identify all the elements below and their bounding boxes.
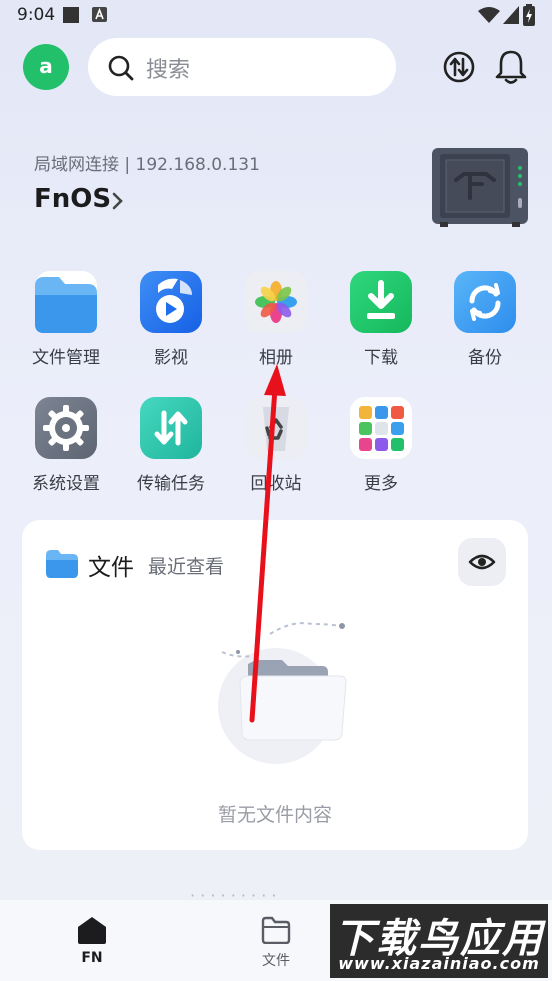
- nav-label: 文件: [262, 953, 290, 969]
- signal-icon: [503, 6, 519, 24]
- card-subtitle: 最近查看: [148, 556, 225, 578]
- nav-files[interactable]: 文件: [226, 914, 326, 974]
- watermark-logo: 下载鸟应用 www.xiazainiao.com: [330, 904, 548, 978]
- recycle-bin-icon: [245, 397, 307, 459]
- app-download[interactable]: 下载: [336, 271, 426, 381]
- app-label: 备份: [468, 348, 502, 368]
- media-square-icon: [63, 7, 79, 23]
- recent-files-card: 文件 最近查看 暂无文件内容: [22, 520, 528, 850]
- app-label: 回收站: [250, 474, 302, 494]
- download-icon: [350, 271, 412, 333]
- sync-arrows-icon: [443, 51, 475, 83]
- eye-icon: [468, 554, 496, 570]
- settings-icon: [35, 397, 97, 459]
- search-bar[interactable]: 搜索: [88, 38, 396, 96]
- photos-icon: [245, 271, 307, 333]
- app-system-settings[interactable]: 系统设置: [21, 397, 111, 507]
- chevron-right-icon: [112, 192, 123, 210]
- app-label: 影视: [154, 348, 188, 368]
- folder-icon: [35, 271, 97, 333]
- folder-outline-icon: [261, 916, 291, 944]
- transfer-icon: [140, 397, 202, 459]
- empty-folder-illustration: [218, 622, 347, 764]
- search-icon: [108, 55, 134, 81]
- app-file-manager[interactable]: 文件管理: [21, 271, 111, 381]
- sync-button[interactable]: [441, 49, 477, 85]
- app-label: 下载: [364, 348, 398, 368]
- header: a 搜索: [0, 36, 552, 98]
- battery-charging-icon: [523, 4, 535, 26]
- avatar[interactable]: a: [23, 44, 69, 90]
- keyboard-a-icon: [92, 7, 107, 22]
- empty-state-text: 暂无文件内容: [217, 804, 332, 826]
- backup-icon: [454, 271, 516, 333]
- device-section[interactable]: 局域网连接 | 192.168.0.131 FnOS: [0, 140, 552, 240]
- notifications-button[interactable]: [494, 49, 530, 85]
- app-more[interactable]: 更多: [336, 397, 426, 507]
- search-placeholder: 搜索: [146, 58, 191, 83]
- folder-small-icon: [46, 550, 78, 578]
- app-label: 文件管理: [32, 348, 100, 368]
- more-apps-icon: [350, 397, 412, 459]
- movie-icon: [140, 271, 202, 333]
- nav-label: FN: [81, 950, 103, 966]
- bell-icon: [495, 50, 527, 84]
- device-name[interactable]: FnOS: [34, 184, 111, 214]
- app-label: 系统设置: [32, 474, 100, 494]
- watermark-url: www.xiazainiao.com: [338, 954, 540, 973]
- app-label: 相册: [259, 348, 293, 368]
- status-time: 9:04: [17, 5, 56, 25]
- wifi-icon: [478, 7, 500, 23]
- app-label: 传输任务: [137, 474, 205, 494]
- card-title: 文件: [88, 555, 134, 581]
- visibility-toggle-button[interactable]: [458, 538, 506, 586]
- status-bar: 9:04: [0, 0, 552, 30]
- nav-fn[interactable]: FN: [42, 914, 142, 974]
- app-backup[interactable]: 备份: [440, 271, 530, 381]
- connection-info: 局域网连接 | 192.168.0.131: [34, 155, 260, 175]
- app-label: 更多: [364, 474, 398, 494]
- app-transfer-tasks[interactable]: 传输任务: [126, 397, 216, 507]
- app-photos[interactable]: 相册: [231, 271, 321, 381]
- home-icon: [78, 917, 106, 944]
- app-video[interactable]: 影视: [126, 271, 216, 381]
- app-recycle-bin[interactable]: 回收站: [231, 397, 321, 507]
- nas-device-icon: [432, 148, 528, 227]
